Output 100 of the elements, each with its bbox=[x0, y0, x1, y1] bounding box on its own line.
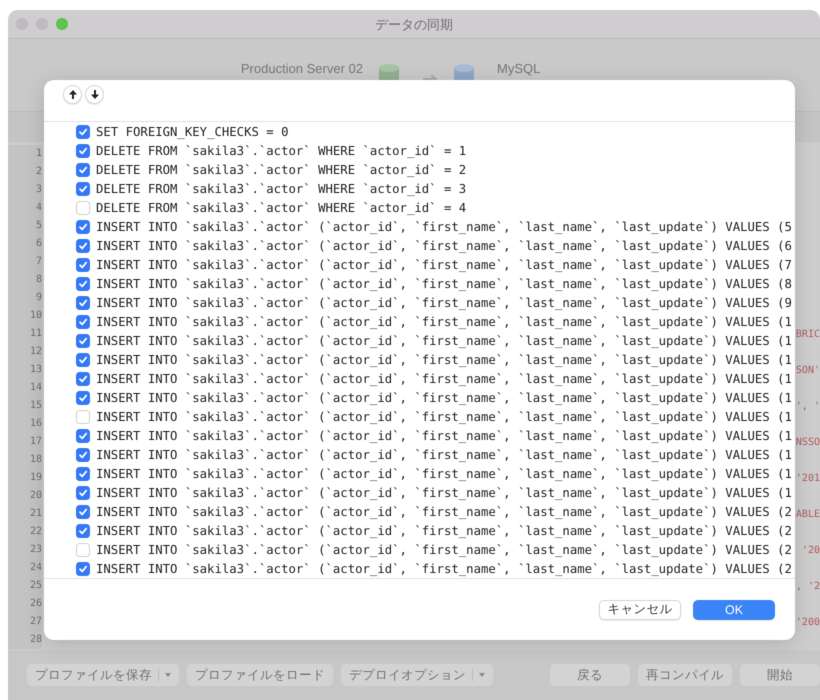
code-text: '20 bbox=[800, 544, 820, 556]
sql-statement: INSERT INTO `sakila3`.`actor` (`actor_id`, `first_name`, `last_name`, `last_update`) VALUES (2 bbox=[96, 562, 792, 576]
sql-statement: INSERT INTO `sakila3`.`actor` (`actor_id`, `first_name`, `last_name`, `last_update`) VALUES (1 bbox=[96, 466, 792, 480]
sql-statement: DELETE FROM `sakila3`.`actor` WHERE `actor_id` = 2 bbox=[96, 162, 466, 176]
sql-statement: INSERT INTO `sakila3`.`actor` (`actor_id`, `first_name`, `last_name`, `last_update`) VALUES (2 bbox=[96, 524, 792, 538]
database-icon bbox=[453, 63, 475, 81]
line-number: 17 bbox=[8, 433, 42, 451]
line-number: 13 bbox=[8, 361, 42, 379]
sql-statement: INSERT INTO `sakila3`.`actor` (`actor_id`, `first_name`, `last_name`, `last_update`) VALUES (1 bbox=[96, 352, 792, 366]
line-number: 4 bbox=[8, 199, 42, 217]
toolbar-button[interactable]: 再コンパイル bbox=[638, 664, 732, 686]
down-arrow-icon bbox=[90, 90, 98, 99]
sql-statement: INSERT INTO `sakila3`.`actor` (`actor_id`, `first_name`, `last_name`, `last_update`) VALUES (8 bbox=[96, 276, 792, 290]
sql-statement: INSERT INTO `sakila3`.`actor` (`actor_id`, `first_name`, `last_name`, `last_update`) VALUES (9 bbox=[96, 296, 792, 310]
line-number: 7 bbox=[8, 253, 42, 271]
sql-statement: INSERT INTO `sakila3`.`actor` (`actor_id`, `first_name`, `last_name`, `last_update`) VALUES (1 bbox=[96, 486, 792, 500]
line-number: 24 bbox=[8, 559, 42, 577]
toolbar-button[interactable]: プロファイルをロード bbox=[187, 664, 333, 686]
up-arrow-icon bbox=[68, 90, 76, 99]
dropdown-button[interactable]: デプロイオプション bbox=[341, 664, 493, 686]
line-number: 16 bbox=[8, 415, 42, 433]
sql-statement: INSERT INTO `sakila3`.`actor` (`actor_id`, `first_name`, `last_name`, `last_update`) VALUES (5 bbox=[96, 220, 792, 234]
sql-statement: INSERT INTO `sakila3`.`actor` (`actor_id`, `first_name`, `last_name`, `last_update`) VALUES (1 bbox=[96, 372, 792, 386]
cancel-button[interactable]: キャンセル bbox=[599, 600, 681, 620]
dropdown-button[interactable]: プロファイルを保存 bbox=[27, 664, 179, 686]
checkbox[interactable] bbox=[76, 182, 90, 196]
sql-statement: INSERT INTO `sakila3`.`actor` (`actor_id`, `first_name`, `last_name`, `last_update`) VALUES (2 bbox=[96, 504, 792, 518]
line-number: 11 bbox=[8, 325, 42, 343]
checkbox[interactable] bbox=[76, 372, 90, 386]
move-up-button[interactable] bbox=[63, 85, 82, 104]
sql-statement: INSERT INTO `sakila3`.`actor` (`actor_id`, `first_name`, `last_name`, `last_update`) VALUES (1 bbox=[96, 390, 792, 404]
checkbox[interactable] bbox=[76, 486, 90, 500]
source-label: Production Server 02 bbox=[240, 60, 363, 76]
checkmark-icon bbox=[78, 564, 88, 574]
checkbox[interactable] bbox=[76, 276, 90, 290]
ok-button[interactable]: OK bbox=[693, 600, 775, 620]
line-number: 23 bbox=[8, 541, 42, 559]
sql-statement: DELETE FROM `sakila3`.`actor` WHERE `actor_id` = 1 bbox=[96, 144, 466, 158]
sql-statement: INSERT INTO `sakila3`.`actor` (`actor_id`, `first_name`, `last_name`, `last_update`) VALUES (1 bbox=[96, 314, 792, 328]
line-number: 1 bbox=[8, 145, 42, 163]
sql-statement: INSERT INTO `sakila3`.`actor` (`actor_id`, `first_name`, `last_name`, `last_update`) VALUES (1 bbox=[96, 428, 792, 442]
code-text: BRIC bbox=[796, 328, 820, 340]
line-number: 19 bbox=[8, 469, 42, 487]
code-text: SON' bbox=[796, 364, 820, 376]
checkbox[interactable] bbox=[76, 390, 90, 404]
checkbox[interactable] bbox=[76, 220, 90, 234]
sql-statement: INSERT INTO `sakila3`.`actor` (`actor_id`, `first_name`, `last_name`, `last_update`) VALUES (6 bbox=[96, 238, 792, 252]
checkbox[interactable] bbox=[76, 562, 90, 576]
sql-statement: DELETE FROM `sakila3`.`actor` WHERE `actor_id` = 3 bbox=[96, 182, 466, 196]
line-number: 5 bbox=[8, 217, 42, 235]
sql-statement: INSERT INTO `sakila3`.`actor` (`actor_id`, `first_name`, `last_name`, `last_update`) VALUES (1 bbox=[96, 448, 792, 462]
line-number: 14 bbox=[8, 379, 42, 397]
sql-statement: SET FOREIGN_KEY_CHECKS = 0 bbox=[96, 124, 288, 138]
line-number: 2 bbox=[8, 163, 42, 181]
code-text: NSSO bbox=[796, 436, 820, 448]
checkbox[interactable] bbox=[76, 466, 90, 480]
checkbox[interactable] bbox=[76, 238, 90, 252]
line-number: 3 bbox=[8, 181, 42, 199]
checkbox[interactable] bbox=[76, 448, 90, 462]
line-number: 22 bbox=[8, 523, 42, 541]
checkbox[interactable] bbox=[76, 334, 90, 348]
checkbox[interactable] bbox=[76, 352, 90, 366]
checkbox[interactable] bbox=[76, 504, 90, 518]
checkbox[interactable] bbox=[76, 428, 90, 442]
code-text: '201 bbox=[796, 472, 820, 484]
toolbar-button[interactable]: 開始 bbox=[740, 664, 820, 686]
line-number: 18 bbox=[8, 451, 42, 469]
line-number: 28 bbox=[8, 631, 42, 649]
move-down-button[interactable] bbox=[85, 85, 104, 104]
line-number: 9 bbox=[8, 289, 42, 307]
line-number: 15 bbox=[8, 397, 42, 415]
line-number: 12 bbox=[8, 343, 42, 361]
checkbox[interactable] bbox=[76, 124, 90, 138]
target-label: MySQL bbox=[497, 60, 540, 76]
line-number: 8 bbox=[8, 271, 42, 289]
checkbox[interactable] bbox=[76, 258, 90, 272]
checkbox[interactable] bbox=[76, 162, 90, 176]
code-text: '200 bbox=[796, 616, 820, 628]
database-icon bbox=[378, 63, 400, 81]
line-number: 25 bbox=[8, 577, 42, 595]
sql-statement: INSERT INTO `sakila3`.`actor` (`actor_id`, `first_name`, `last_name`, `last_update`) VALUES (7 bbox=[96, 258, 792, 272]
code-text: , '2 bbox=[796, 580, 820, 592]
toolbar-button[interactable]: 戻る bbox=[550, 664, 630, 686]
code-text: ', ' bbox=[796, 400, 820, 412]
line-number: 6 bbox=[8, 235, 42, 253]
sql-statement: INSERT INTO `sakila3`.`actor` (`actor_id`, `first_name`, `last_name`, `last_update`) VALUES (1 bbox=[96, 410, 792, 424]
checkbox[interactable] bbox=[76, 524, 90, 538]
line-number: 21 bbox=[8, 505, 42, 523]
line-number: 26 bbox=[8, 595, 42, 613]
window-title: データの同期 bbox=[375, 16, 453, 34]
line-number: 10 bbox=[8, 307, 42, 325]
line-number: 20 bbox=[8, 487, 42, 505]
sql-statement: INSERT INTO `sakila3`.`actor` (`actor_id`, `first_name`, `last_name`, `last_update`) VALUES (1 bbox=[96, 334, 792, 348]
checkbox[interactable] bbox=[76, 144, 90, 158]
checkbox[interactable] bbox=[76, 314, 90, 328]
code-text: ABLE bbox=[796, 508, 820, 520]
sql-statement: DELETE FROM `sakila3`.`actor` WHERE `actor_id` = 4 bbox=[96, 200, 466, 214]
sql-statement: INSERT INTO `sakila3`.`actor` (`actor_id`, `first_name`, `last_name`, `last_update`) VALUES (2 bbox=[96, 542, 792, 556]
checkbox[interactable] bbox=[76, 296, 90, 310]
line-number: 27 bbox=[8, 613, 42, 631]
